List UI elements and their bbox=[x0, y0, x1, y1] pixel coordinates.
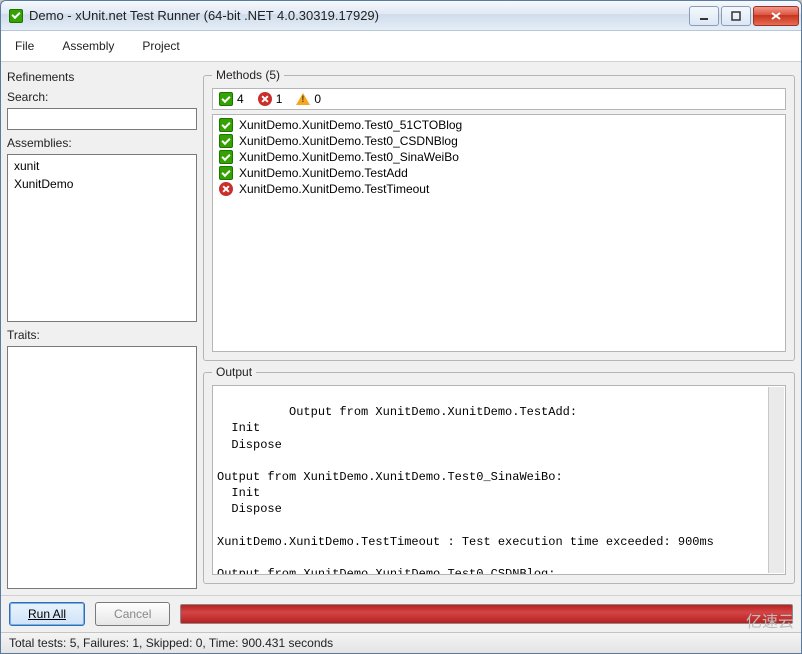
pass-count: 4 bbox=[219, 92, 244, 106]
left-panel: Refinements Search: Assemblies: xunit Xu… bbox=[7, 68, 197, 589]
methods-group: Methods (5) 4 1 0 XunitDemo.Xunit bbox=[203, 68, 795, 361]
method-row[interactable]: XunitDemo.XunitDemo.TestTimeout bbox=[215, 181, 783, 197]
menubar: File Assembly Project bbox=[1, 31, 801, 62]
scrollbar[interactable] bbox=[768, 387, 784, 573]
cancel-button[interactable]: Cancel bbox=[95, 602, 170, 626]
window-title: Demo - xUnit.net Test Runner (64-bit .NE… bbox=[29, 8, 689, 23]
output-group: Output Output from XunitDemo.XunitDemo.T… bbox=[203, 365, 795, 584]
assemblies-label: Assemblies: bbox=[7, 136, 197, 150]
fail-icon bbox=[219, 182, 233, 196]
fail-count-value: 1 bbox=[276, 92, 283, 106]
menu-file[interactable]: File bbox=[9, 35, 40, 57]
maximize-button[interactable] bbox=[721, 6, 751, 26]
window-buttons bbox=[689, 6, 799, 26]
search-input[interactable] bbox=[7, 108, 197, 130]
warn-count: 0 bbox=[296, 92, 321, 106]
content-area: Refinements Search: Assemblies: xunit Xu… bbox=[1, 62, 801, 595]
method-name: XunitDemo.XunitDemo.TestAdd bbox=[239, 166, 408, 180]
refinements-label: Refinements bbox=[7, 70, 197, 84]
warn-icon bbox=[296, 93, 310, 105]
methods-legend: Methods (5) bbox=[212, 68, 284, 82]
titlebar[interactable]: Demo - xUnit.net Test Runner (64-bit .NE… bbox=[1, 1, 801, 31]
pass-icon bbox=[219, 134, 233, 148]
menu-project[interactable]: Project bbox=[136, 35, 185, 57]
warn-count-value: 0 bbox=[314, 92, 321, 106]
method-row[interactable]: XunitDemo.XunitDemo.Test0_SinaWeiBo bbox=[215, 149, 783, 165]
search-label: Search: bbox=[7, 90, 197, 104]
status-bar: Total tests: 5, Failures: 1, Skipped: 0,… bbox=[1, 632, 801, 653]
close-button[interactable] bbox=[753, 6, 799, 26]
pass-icon bbox=[219, 166, 233, 180]
fail-count: 1 bbox=[258, 92, 283, 106]
assembly-item[interactable]: XunitDemo bbox=[10, 175, 194, 193]
method-name: XunitDemo.XunitDemo.Test0_SinaWeiBo bbox=[239, 150, 459, 164]
method-name: XunitDemo.XunitDemo.TestTimeout bbox=[239, 182, 429, 196]
menu-assembly[interactable]: Assembly bbox=[56, 35, 120, 57]
assembly-item[interactable]: xunit bbox=[10, 157, 194, 175]
traits-label: Traits: bbox=[7, 328, 197, 342]
method-name: XunitDemo.XunitDemo.Test0_CSDNBlog bbox=[239, 134, 458, 148]
methods-list[interactable]: XunitDemo.XunitDemo.Test0_51CTOBlog Xunit… bbox=[212, 114, 786, 352]
pass-count-value: 4 bbox=[237, 92, 244, 106]
application-window: Demo - xUnit.net Test Runner (64-bit .NE… bbox=[0, 0, 802, 654]
pass-icon bbox=[219, 118, 233, 132]
output-text: Output from XunitDemo.XunitDemo.TestAdd:… bbox=[217, 405, 714, 575]
bottom-bar: Run All Cancel bbox=[1, 595, 801, 632]
pass-icon bbox=[219, 150, 233, 164]
method-name: XunitDemo.XunitDemo.Test0_51CTOBlog bbox=[239, 118, 462, 132]
right-panel: Methods (5) 4 1 0 XunitDemo.Xunit bbox=[203, 68, 795, 589]
fail-icon bbox=[258, 92, 272, 106]
method-row[interactable]: XunitDemo.XunitDemo.TestAdd bbox=[215, 165, 783, 181]
app-icon bbox=[9, 9, 23, 23]
pass-icon bbox=[219, 92, 233, 106]
output-legend: Output bbox=[212, 365, 256, 379]
run-all-button[interactable]: Run All bbox=[9, 602, 85, 626]
minimize-button[interactable] bbox=[689, 6, 719, 26]
method-row[interactable]: XunitDemo.XunitDemo.Test0_CSDNBlog bbox=[215, 133, 783, 149]
assemblies-listbox[interactable]: xunit XunitDemo bbox=[7, 154, 197, 322]
counts-row: 4 1 0 bbox=[212, 88, 786, 110]
method-row[interactable]: XunitDemo.XunitDemo.Test0_51CTOBlog bbox=[215, 117, 783, 133]
output-textbox[interactable]: Output from XunitDemo.XunitDemo.TestAdd:… bbox=[212, 385, 786, 575]
traits-listbox[interactable] bbox=[7, 346, 197, 589]
progress-bar bbox=[180, 604, 793, 624]
